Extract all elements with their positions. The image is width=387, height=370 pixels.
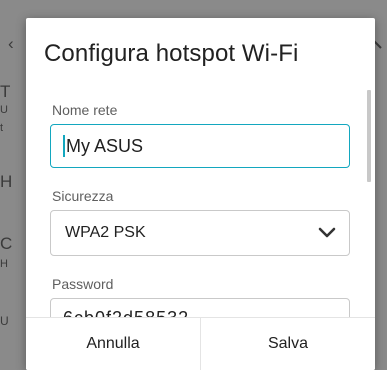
security-label: Sicurezza: [52, 188, 114, 204]
background-text: t: [0, 122, 4, 134]
network-name-label: Nome rete: [52, 102, 118, 118]
chevron-down-icon: [318, 227, 336, 238]
security-selected-value: WPA2 PSK: [65, 224, 146, 241]
dialog-content[interactable]: Nome rete My ASUS Sicurezza WPA2 PSK Pas…: [26, 90, 375, 348]
scrollbar-thumb[interactable]: [367, 90, 371, 182]
save-button[interactable]: Salva: [200, 318, 375, 370]
hotspot-config-dialog: Configura hotspot Wi-Fi Nome rete My ASU…: [26, 18, 375, 370]
background-text: H: [0, 172, 13, 191]
network-name-value: My ASUS: [66, 135, 144, 156]
background-text: T: [0, 82, 11, 101]
security-select[interactable]: WPA2 PSK: [50, 210, 350, 256]
text-cursor: [63, 135, 65, 157]
background-text: U: [0, 104, 8, 116]
background-text: C: [0, 234, 13, 253]
password-label: Password: [52, 276, 114, 292]
background-text: H: [0, 258, 8, 270]
dialog-button-bar: Annulla Salva: [26, 317, 375, 370]
scrollbar[interactable]: [367, 90, 371, 336]
dialog-title: Configura hotspot Wi-Fi: [44, 40, 299, 67]
background-text: U: [0, 314, 9, 328]
background-chevron-icon: ‹: [8, 34, 14, 53]
network-name-input[interactable]: My ASUS: [50, 124, 350, 168]
cancel-button[interactable]: Annulla: [26, 318, 200, 370]
